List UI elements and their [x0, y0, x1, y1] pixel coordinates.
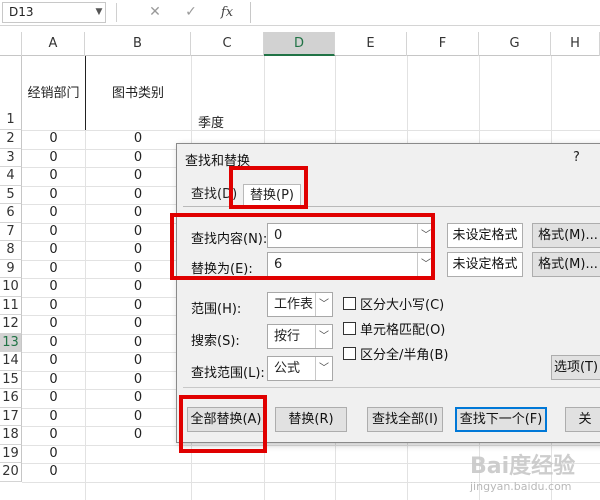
replace-format-button[interactable]: 格式(M)...: [532, 252, 600, 277]
cancel-icon[interactable]: ✕: [144, 2, 166, 23]
chevron-down-icon: ﹀: [315, 325, 332, 348]
column-header-h[interactable]: H: [551, 32, 600, 56]
row-header[interactable]: 9: [0, 259, 22, 278]
row-header[interactable]: 10: [0, 278, 22, 297]
cell-a-zero[interactable]: 0: [22, 130, 85, 149]
scope-value: 工作表: [274, 297, 314, 312]
match-case-label: 区分大小写(C): [360, 298, 445, 313]
cell-a-zero[interactable]: 0: [22, 204, 85, 223]
row-header[interactable]: 12: [0, 315, 22, 334]
cell-a-zero[interactable]: 0: [22, 223, 85, 242]
find-format-preview: 未设定格式: [447, 223, 523, 248]
cell-a-zero[interactable]: 0: [22, 241, 85, 260]
watermark-logo: Bai度经验: [470, 454, 576, 479]
highlight-find-replace-fields: [170, 213, 435, 280]
row-header[interactable]: 13: [0, 333, 22, 352]
cell-a-zero[interactable]: 0: [22, 186, 85, 205]
scope-label: 范围(H):: [191, 302, 242, 317]
cell-a-zero[interactable]: 0: [22, 426, 85, 445]
close-button[interactable]: 关: [565, 407, 600, 432]
replace-button[interactable]: 替换(R): [275, 407, 347, 432]
row-header[interactable]: 4: [0, 167, 22, 186]
formula-bar: D13 ▼ ✕ ✓ fx: [0, 0, 600, 26]
row-header[interactable]: 17: [0, 407, 22, 426]
cell-a-zero[interactable]: 0: [22, 149, 85, 168]
cell-a-zero[interactable]: 0: [22, 260, 85, 279]
row-line: [22, 444, 600, 446]
checkbox-icon: [343, 347, 356, 360]
cell-a-zero[interactable]: 0: [22, 297, 85, 316]
row-header[interactable]: 19: [0, 444, 22, 463]
lookin-label: 查找范围(L):: [191, 366, 265, 381]
column-header-a[interactable]: A: [22, 32, 85, 56]
checkbox-icon: [343, 297, 356, 310]
cell-a-zero[interactable]: 0: [22, 445, 85, 464]
watermark-url: jingyan.baidu.com: [470, 480, 572, 493]
cell-a-zero[interactable]: 0: [22, 167, 85, 186]
find-next-button[interactable]: 查找下一个(F): [455, 407, 547, 432]
chevron-down-icon: ﹀: [315, 293, 332, 316]
search-value: 按行: [274, 329, 301, 344]
row-header[interactable]: 14: [0, 352, 22, 371]
match-entire-label: 单元格匹配(O): [360, 323, 446, 338]
column-header-b[interactable]: B: [85, 32, 191, 56]
match-entire-checkbox[interactable]: 单元格匹配(O): [343, 319, 445, 338]
search-label: 搜索(S):: [191, 334, 240, 349]
formula-bar-separator: [116, 3, 117, 22]
row-header[interactable]: 1: [0, 56, 22, 130]
replace-format-preview: 未设定格式: [447, 252, 523, 277]
baidu-watermark: Bai度经验 jingyan.baidu.com: [470, 448, 598, 494]
cell-a1[interactable]: 经销部门: [22, 82, 85, 101]
help-icon[interactable]: ?: [573, 150, 580, 165]
select-all-corner[interactable]: [0, 32, 22, 56]
column-header-c[interactable]: C: [191, 32, 264, 56]
highlight-replace-tab: [229, 166, 308, 209]
cell-a-zero[interactable]: 0: [22, 463, 85, 482]
checkbox-icon: [343, 322, 356, 335]
formula-input[interactable]: [250, 2, 598, 23]
cell-a-zero[interactable]: 0: [22, 389, 85, 408]
row-header[interactable]: 8: [0, 241, 22, 260]
name-box[interactable]: D13: [2, 2, 106, 23]
chevron-down-icon: ﹀: [315, 357, 332, 380]
find-all-button[interactable]: 查找全部(I): [367, 407, 443, 432]
row-header[interactable]: 16: [0, 389, 22, 408]
match-case-checkbox[interactable]: 区分大小写(C): [343, 294, 444, 313]
row-header[interactable]: 18: [0, 426, 22, 445]
cell-c1[interactable]: 季度: [191, 112, 231, 131]
search-select[interactable]: 按行 ﹀: [267, 324, 333, 349]
lookin-value: 公式: [274, 361, 301, 376]
row-header[interactable]: 11: [0, 296, 22, 315]
row-header[interactable]: 2: [0, 130, 22, 149]
row-header[interactable]: 5: [0, 185, 22, 204]
row-header[interactable]: 3: [0, 148, 22, 167]
find-format-button[interactable]: 格式(M)...: [532, 223, 600, 248]
enter-icon[interactable]: ✓: [180, 2, 202, 23]
name-box-dropdown-icon[interactable]: ▼: [92, 2, 106, 23]
scope-select[interactable]: 工作表 ﹀: [267, 292, 333, 317]
row-header[interactable]: 6: [0, 204, 22, 223]
cell-a-zero[interactable]: 0: [22, 334, 85, 353]
match-width-label: 区分全/半角(B): [360, 348, 449, 363]
cell-b1[interactable]: 图书类别: [85, 82, 191, 101]
highlight-replace-all: [179, 395, 267, 453]
cell-a-zero[interactable]: 0: [22, 278, 85, 297]
column-header-f[interactable]: F: [407, 32, 479, 56]
cell-a-zero[interactable]: 0: [22, 408, 85, 427]
column-header-d[interactable]: D: [264, 32, 335, 56]
column-headers: A B C D E F G H: [0, 32, 600, 56]
lookin-select[interactable]: 公式 ﹀: [267, 356, 333, 381]
options-button[interactable]: 选项(T): [551, 355, 600, 380]
cell-a-zero[interactable]: 0: [22, 315, 85, 334]
row-header[interactable]: 15: [0, 370, 22, 389]
row-header[interactable]: 20: [0, 463, 22, 482]
match-width-checkbox[interactable]: 区分全/半角(B): [343, 344, 448, 363]
row-header[interactable]: 7: [0, 222, 22, 241]
cell-a-zero[interactable]: 0: [22, 352, 85, 371]
column-header-e[interactable]: E: [335, 32, 407, 56]
column-header-g[interactable]: G: [479, 32, 551, 56]
dialog-separator: [183, 387, 600, 388]
insert-function-icon[interactable]: fx: [216, 2, 238, 23]
cell-a-zero[interactable]: 0: [22, 371, 85, 390]
